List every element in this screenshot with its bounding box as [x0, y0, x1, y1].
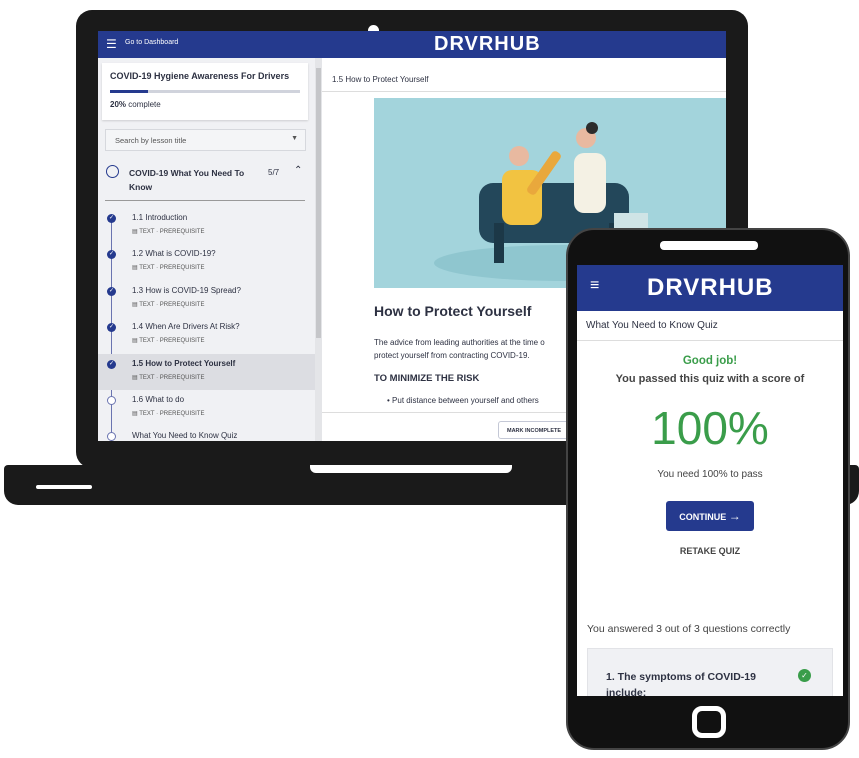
- good-job-text: Good job!: [682, 355, 738, 367]
- lesson-item[interactable]: 1.6 What to do ▤ TEXT · PREREQUISITE: [98, 390, 315, 426]
- check-circle-icon: ✓: [107, 359, 116, 369]
- document-icon: ▤: [132, 229, 138, 235]
- progress-text: 20% complete: [110, 100, 161, 109]
- check-circle-icon: ✓: [107, 214, 116, 223]
- check-circle-icon: ✓: [107, 286, 116, 296]
- module-title[interactable]: COVID-19 What You Need To Know: [129, 166, 254, 194]
- lesson-meta: ▤ TEXT · PREREQUISITE: [132, 337, 204, 344]
- lesson-meta-text: TEXT · PREREQUISITE: [139, 338, 205, 345]
- check-circle-icon: ✓: [798, 669, 811, 682]
- lesson-item[interactable]: What You Need to Know Quiz: [98, 426, 315, 441]
- breadcrumb: 1.5 How to Protect Yourself: [322, 66, 726, 92]
- document-icon: ▤: [132, 374, 138, 381]
- lesson-title: 1.4 When Are Drivers At Risk?: [132, 322, 240, 332]
- collapse-menu-icon[interactable]: ☰: [106, 37, 117, 51]
- header: ☰ Go to Dashboard DRVRHUB: [98, 31, 726, 58]
- retake-quiz-button[interactable]: RETAKE QUIZ: [577, 546, 843, 556]
- lesson-meta-text: TEXT · PREREQUISITE: [139, 374, 205, 381]
- course-card: COVID-19 Hygiene Awareness For Drivers 2…: [102, 63, 308, 120]
- module-status-icon: [106, 165, 119, 178]
- quiz-summary: You answered 3 out of 3 questions correc…: [587, 623, 791, 635]
- dropdown-icon: ▼: [291, 135, 298, 142]
- continue-button[interactable]: CONTINUE →: [666, 501, 754, 531]
- lesson-meta: ▤ TEXT · PREREQUISITE: [132, 228, 204, 235]
- sidebar: COVID-19 Hygiene Awareness For Drivers 2…: [98, 58, 315, 441]
- score: 100%: [651, 402, 769, 454]
- hamburger-icon[interactable]: ≡: [590, 277, 599, 295]
- brand-logo: DRVRHUB: [434, 33, 541, 55]
- paragraph-line: The advice from leading authorities at t…: [374, 338, 545, 347]
- lesson-title: 1.2 What is COVID-19?: [132, 249, 216, 259]
- lesson-subheading: TO MINIMIZE THE RISK: [374, 373, 480, 384]
- check-circle-icon: ✓: [107, 250, 116, 260]
- bullet-text: Put distance between yourself and others: [392, 396, 539, 405]
- search-placeholder: Search by lesson title: [115, 136, 187, 145]
- progress-percent: 20%: [110, 100, 127, 109]
- module-count: 5/7: [268, 168, 280, 177]
- document-icon: ▤: [132, 301, 138, 308]
- document-icon: ▤: [132, 265, 138, 272]
- lesson-item[interactable]: ✓ 1.3 How is COVID-19 Spread? ▤ TEXT · P…: [98, 281, 315, 317]
- progress-suffix: complete: [128, 100, 161, 109]
- go-to-dashboard-link[interactable]: Go to Dashboard: [125, 39, 178, 46]
- base-notch: [310, 465, 512, 473]
- lesson-meta-text: TEXT · PREREQUISITE: [139, 411, 205, 417]
- pass-requirement: You need 100% to pass: [657, 469, 763, 480]
- check-circle-icon: ✓: [107, 323, 116, 333]
- document-icon: ▤: [132, 338, 138, 345]
- document-icon: ▤: [132, 411, 138, 417]
- lesson-item[interactable]: ✓ 1.1 Introduction ▤ TEXT · PREREQUISITE: [98, 208, 315, 244]
- phone-header: ≡ DRVRHUB: [577, 265, 843, 311]
- sidebar-scrollbar[interactable]: [315, 58, 322, 441]
- progress-bar: [110, 90, 300, 93]
- lesson-item[interactable]: ✓ 1.2 What is COVID-19? ▤ TEXT · PREREQU…: [98, 244, 315, 280]
- question-text: 1. The symptoms of COVID-19 include:: [606, 671, 756, 696]
- phone-screen: ≡ DRVRHUB What You Need to Know Quiz Goo…: [577, 265, 843, 696]
- lesson-title: What You Need to Know Quiz: [132, 431, 238, 441]
- continue-label: CONTINUE: [679, 512, 727, 522]
- passed-text: You passed this quiz with a score of: [615, 373, 805, 385]
- divider: [105, 200, 305, 201]
- paragraph-line: protect yourself from contracting COVID-…: [374, 351, 530, 360]
- empty-circle-icon: [107, 396, 116, 405]
- quiz-title: What You Need to Know Quiz: [577, 311, 843, 341]
- base-highlight: [36, 485, 92, 489]
- question-card[interactable]: 1. The symptoms of COVID-19 include: ✓: [587, 648, 833, 696]
- lesson-meta: ▤ TEXT · PREREQUISITE: [132, 374, 204, 381]
- lesson-meta-text: TEXT · PREREQUISITE: [139, 265, 205, 272]
- home-button[interactable]: [692, 706, 726, 738]
- phone-frame: ≡ DRVRHUB What You Need to Know Quiz Goo…: [566, 228, 850, 750]
- brand-logo: DRVRHUB: [647, 274, 774, 301]
- empty-circle-icon: [107, 432, 116, 441]
- arrow-right-icon: →: [728, 509, 741, 523]
- scrollbar-thumb[interactable]: [316, 68, 321, 338]
- search-input[interactable]: Search by lesson title ▼: [105, 129, 306, 151]
- lesson-paragraph: The advice from leading authorities at t…: [374, 336, 545, 362]
- lesson-item[interactable]: ✓ 1.5 How to Protect Yourself ▤ TEXT · P…: [98, 353, 315, 390]
- lesson-title: 1.6 What to do: [132, 395, 185, 404]
- lesson-title: 1.3 How is COVID-19 Spread?: [132, 285, 241, 295]
- lesson-meta: ▤ TEXT · PREREQUISITE: [132, 264, 204, 271]
- lesson-meta-text: TEXT · PREREQUISITE: [139, 301, 205, 308]
- phone-speaker: [660, 241, 758, 250]
- lesson-item[interactable]: ✓ 1.4 When Are Drivers At Risk? ▤ TEXT ·…: [98, 317, 315, 353]
- lesson-title: 1.5 How to Protect Yourself: [132, 358, 236, 368]
- lesson-meta-text: TEXT · PREREQUISITE: [139, 229, 205, 235]
- lesson-meta: ▤ TEXT · PREREQUISITE: [132, 301, 204, 308]
- chevron-up-icon[interactable]: ⌃: [294, 165, 302, 176]
- bullet-item: • Put distance between yourself and othe…: [387, 396, 539, 405]
- lesson-heading: How to Protect Yourself: [374, 303, 532, 319]
- course-title: COVID-19 Hygiene Awareness For Drivers: [110, 71, 290, 81]
- lesson-title: 1.1 Introduction: [132, 213, 188, 222]
- lesson-meta: ▤ TEXT · PREREQUISITE: [132, 410, 204, 417]
